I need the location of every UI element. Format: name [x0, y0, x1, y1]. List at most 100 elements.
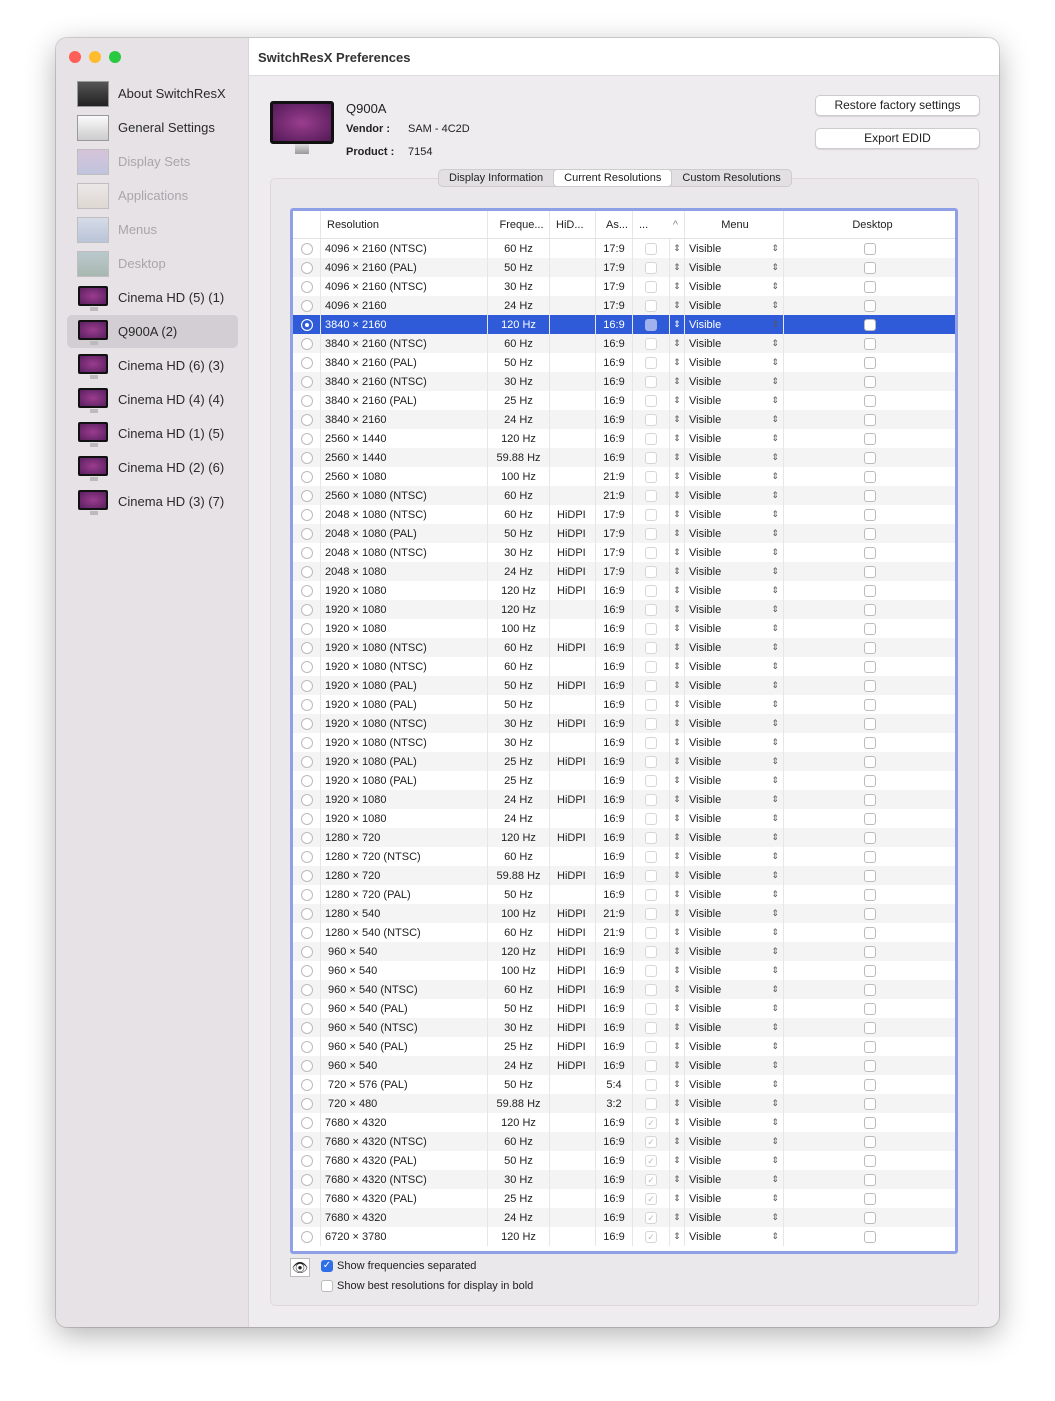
desktop-checkbox[interactable]: [863, 622, 876, 635]
stepper-icon[interactable]: ⇕: [670, 467, 685, 486]
header-aspect[interactable]: As...: [596, 211, 633, 238]
row-radio[interactable]: [293, 885, 321, 904]
radio-button[interactable]: [300, 660, 313, 673]
table-row[interactable]: 2560 × 1440 59.88 Hz 16:9 ⇕ Visible ⇕: [293, 448, 955, 467]
radio-button[interactable]: [300, 1192, 313, 1205]
radio-button[interactable]: [300, 603, 313, 616]
table-row[interactable]: 2560 × 1080 100 Hz 21:9 ⇕ Visible ⇕: [293, 467, 955, 486]
stepper-icon[interactable]: ⇕: [670, 429, 685, 448]
stepper-icon[interactable]: ⇕: [670, 752, 685, 771]
enabled-checkbox[interactable]: [645, 907, 657, 920]
radio-button[interactable]: [300, 508, 313, 521]
menu-select[interactable]: Visible ⇕: [685, 904, 784, 923]
table-row[interactable]: 2560 × 1080 (NTSC) 60 Hz 21:9 ⇕ Visible ⇕: [293, 486, 955, 505]
enabled-checkbox[interactable]: [645, 755, 657, 768]
row-radio[interactable]: [293, 315, 321, 334]
row-radio[interactable]: [293, 999, 321, 1018]
menu-select[interactable]: Visible ⇕: [685, 942, 784, 961]
menu-select[interactable]: Visible ⇕: [685, 448, 784, 467]
desktop-checkbox[interactable]: [863, 470, 876, 483]
table-row[interactable]: 4096 × 2160 (NTSC) 30 Hz 17:9 ⇕ Visible ⇕: [293, 277, 955, 296]
desktop-checkbox[interactable]: [863, 983, 876, 996]
header-resolution[interactable]: Resolution: [321, 211, 488, 238]
menu-select[interactable]: Visible ⇕: [685, 543, 784, 562]
stepper-icon[interactable]: ⇕: [670, 1151, 685, 1170]
table-row[interactable]: 1920 × 1080 24 Hz HiDPI 16:9 ⇕ Visible ⇕: [293, 790, 955, 809]
desktop-checkbox[interactable]: [863, 1116, 876, 1129]
enabled-checkbox[interactable]: [645, 1078, 657, 1091]
enabled-checkbox[interactable]: [645, 1021, 657, 1034]
menu-select[interactable]: Visible ⇕: [685, 239, 784, 258]
stepper-icon[interactable]: ⇕: [670, 923, 685, 942]
table-row[interactable]: 720 × 480 59.88 Hz 3:2 ⇕ Visible ⇕: [293, 1094, 955, 1113]
table-row[interactable]: 7680 × 4320 120 Hz 16:9 ✓ ⇕ Visible ⇕: [293, 1113, 955, 1132]
menu-select[interactable]: Visible ⇕: [685, 1208, 784, 1227]
table-row[interactable]: 7680 × 4320 (PAL) 25 Hz 16:9 ✓ ⇕ Visible ⇕: [293, 1189, 955, 1208]
enabled-checkbox[interactable]: [645, 1040, 657, 1053]
table-row[interactable]: 4096 × 2160 (NTSC) 60 Hz 17:9 ⇕ Visible ⇕: [293, 239, 955, 258]
row-radio[interactable]: [293, 1227, 321, 1246]
desktop-checkbox[interactable]: [863, 907, 876, 920]
close-button[interactable]: [69, 51, 81, 63]
menu-select[interactable]: Visible ⇕: [685, 562, 784, 581]
stepper-icon[interactable]: ⇕: [670, 486, 685, 505]
row-radio[interactable]: [293, 866, 321, 885]
radio-button[interactable]: [300, 451, 313, 464]
menu-select[interactable]: Visible ⇕: [685, 505, 784, 524]
radio-button[interactable]: [300, 964, 313, 977]
desktop-checkbox[interactable]: [863, 1192, 876, 1205]
enabled-checkbox[interactable]: [645, 337, 657, 350]
radio-button[interactable]: [300, 926, 313, 939]
stepper-icon[interactable]: ⇕: [670, 562, 685, 581]
stepper-icon[interactable]: ⇕: [670, 1189, 685, 1208]
enabled-checkbox[interactable]: ✓: [645, 1135, 657, 1148]
radio-button[interactable]: [300, 242, 313, 255]
table-row[interactable]: 1920 × 1080 (NTSC) 30 Hz HiDPI 16:9 ⇕ Visible…: [293, 714, 955, 733]
sidebar-item[interactable]: Desktop: [67, 247, 238, 280]
desktop-checkbox[interactable]: [863, 280, 876, 293]
header-checkbox-col[interactable]: ... ^: [633, 211, 685, 238]
menu-select[interactable]: Visible ⇕: [685, 790, 784, 809]
sidebar-item[interactable]: Cinema HD (3) (7): [67, 485, 238, 518]
menu-select[interactable]: Visible ⇕: [685, 961, 784, 980]
enabled-checkbox[interactable]: [645, 717, 657, 730]
menu-select[interactable]: Visible ⇕: [685, 695, 784, 714]
table-row[interactable]: 1280 × 720 120 Hz HiDPI 16:9 ⇕ Visible ⇕: [293, 828, 955, 847]
stepper-icon[interactable]: ⇕: [670, 296, 685, 315]
menu-select[interactable]: Visible ⇕: [685, 1189, 784, 1208]
stepper-icon[interactable]: ⇕: [670, 847, 685, 866]
enabled-checkbox[interactable]: ✓: [645, 1211, 657, 1224]
row-radio[interactable]: [293, 714, 321, 733]
radio-button[interactable]: [300, 774, 313, 787]
row-radio[interactable]: [293, 828, 321, 847]
table-row[interactable]: 1920 × 1080 (PAL) 25 Hz 16:9 ⇕ Visible ⇕: [293, 771, 955, 790]
radio-button[interactable]: [300, 622, 313, 635]
table-row[interactable]: 2048 × 1080 (PAL) 50 Hz HiDPI 17:9 ⇕ Visible ⇕: [293, 524, 955, 543]
table-row[interactable]: 6720 × 3780 120 Hz 16:9 ✓ ⇕ Visible ⇕: [293, 1227, 955, 1246]
enabled-checkbox[interactable]: [645, 394, 657, 407]
enabled-checkbox[interactable]: [645, 546, 657, 559]
row-radio[interactable]: [293, 277, 321, 296]
radio-button[interactable]: [300, 261, 313, 274]
sidebar-item[interactable]: Menus: [67, 213, 238, 246]
enabled-checkbox[interactable]: [645, 318, 657, 331]
stepper-icon[interactable]: ⇕: [670, 1094, 685, 1113]
stepper-icon[interactable]: ⇕: [670, 676, 685, 695]
row-radio[interactable]: [293, 1189, 321, 1208]
menu-select[interactable]: Visible ⇕: [685, 638, 784, 657]
table-row[interactable]: 3840 × 2160 120 Hz 16:9 ⇕ Visible ⇕: [293, 315, 955, 334]
row-radio[interactable]: [293, 809, 321, 828]
desktop-checkbox[interactable]: [863, 850, 876, 863]
row-radio[interactable]: [293, 410, 321, 429]
row-radio[interactable]: [293, 980, 321, 999]
sidebar-item[interactable]: Cinema HD (1) (5): [67, 417, 238, 450]
stepper-icon[interactable]: ⇕: [670, 980, 685, 999]
table-row[interactable]: 1920 × 1080 24 Hz 16:9 ⇕ Visible ⇕: [293, 809, 955, 828]
stepper-icon[interactable]: ⇕: [670, 334, 685, 353]
table-row[interactable]: 2048 × 1080 24 Hz HiDPI 17:9 ⇕ Visible ⇕: [293, 562, 955, 581]
stepper-icon[interactable]: ⇕: [670, 239, 685, 258]
desktop-checkbox[interactable]: [863, 698, 876, 711]
radio-button[interactable]: [300, 1002, 313, 1015]
enabled-checkbox[interactable]: [645, 1097, 657, 1110]
stepper-icon[interactable]: ⇕: [670, 1056, 685, 1075]
